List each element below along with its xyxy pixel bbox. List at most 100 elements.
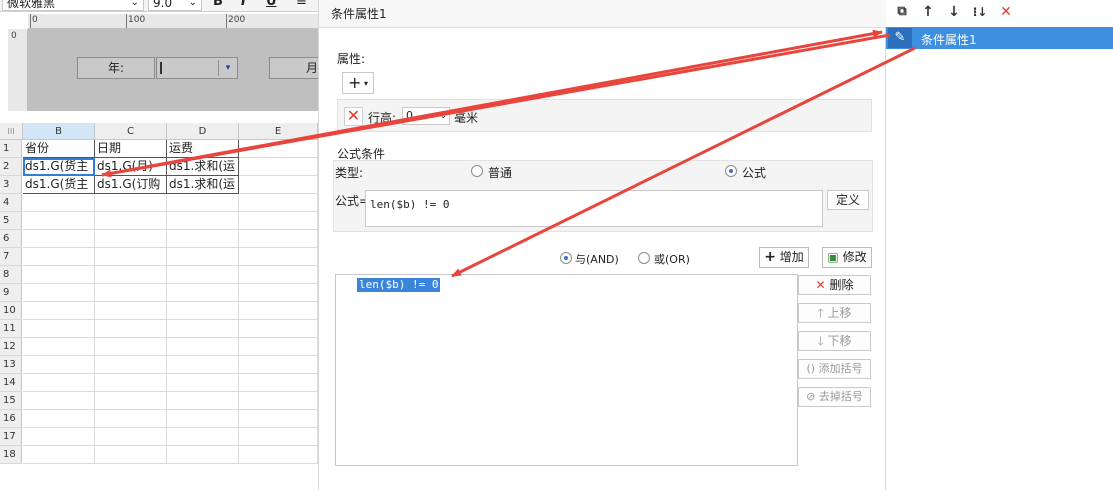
add-attribute-button[interactable]: + ▾ <box>342 72 374 94</box>
table-cell[interactable] <box>95 212 167 230</box>
table-cell[interactable] <box>167 374 239 392</box>
table-cell[interactable] <box>95 320 167 338</box>
align-left-icon[interactable]: ≡ <box>296 0 307 9</box>
table-cell[interactable] <box>95 356 167 374</box>
table-cell[interactable] <box>95 284 167 302</box>
year-combobox[interactable]: ▾ <box>156 57 238 79</box>
type-normal-radio[interactable] <box>471 165 483 177</box>
formula-input[interactable]: len($b) != 0 <box>365 190 823 227</box>
row-header[interactable]: 14 <box>0 374 22 392</box>
row-header[interactable]: 1 <box>0 140 22 158</box>
table-cell[interactable] <box>167 410 239 428</box>
table-cell[interactable] <box>95 428 167 446</box>
row-header[interactable]: 8 <box>0 266 22 284</box>
table-cell[interactable] <box>95 248 167 266</box>
column-header[interactable]: E <box>239 123 318 140</box>
table-cell[interactable] <box>95 392 167 410</box>
table-cell[interactable] <box>95 230 167 248</box>
delete-button[interactable]: ✕ 删除 <box>798 275 871 295</box>
modify-condition-button[interactable]: ▣ 修改 <box>822 247 872 268</box>
table-cell[interactable] <box>167 338 239 356</box>
table-cell[interactable] <box>239 230 318 248</box>
table-cell[interactable] <box>167 230 239 248</box>
row-header[interactable]: 9 <box>0 284 22 302</box>
table-cell[interactable] <box>95 302 167 320</box>
copy-icon[interactable]: ⧉ <box>894 4 910 20</box>
table-cell[interactable] <box>167 212 239 230</box>
underline-button[interactable]: U <box>266 0 277 9</box>
define-button[interactable]: 定义 <box>827 190 869 210</box>
table-cell[interactable] <box>239 140 318 158</box>
row-header[interactable]: 7 <box>0 248 22 266</box>
delete-icon[interactable]: ✕ <box>998 4 1014 20</box>
table-cell[interactable] <box>23 338 95 356</box>
table-cell[interactable] <box>167 194 239 212</box>
table-cell[interactable] <box>239 158 318 176</box>
table-cell[interactable]: 运费 <box>167 140 239 158</box>
italic-button[interactable]: I <box>241 0 246 9</box>
table-cell[interactable] <box>23 248 95 266</box>
remove-bracket-button[interactable]: ⊘ 去掉括号 <box>798 387 871 407</box>
table-cell[interactable] <box>95 410 167 428</box>
selected-cell[interactable]: ds1.G(货主 <box>23 158 95 176</box>
table-cell[interactable] <box>239 392 318 410</box>
table-cell[interactable] <box>167 284 239 302</box>
and-radio[interactable] <box>560 252 572 264</box>
condition-property-item[interactable]: ✎ 条件属性1 <box>886 27 1113 49</box>
table-cell[interactable] <box>23 230 95 248</box>
table-cell[interactable] <box>239 266 318 284</box>
column-header[interactable]: C <box>95 123 167 140</box>
table-cell[interactable]: ds1.G(货主 <box>23 176 95 194</box>
column-header[interactable]: B <box>23 123 95 140</box>
add-condition-button[interactable]: + 增加 <box>759 247 809 268</box>
table-cell[interactable]: ds1.G(订购 <box>95 176 167 194</box>
close-icon[interactable]: ✕ <box>344 107 363 126</box>
font-size-select[interactable]: 9.0 ⌄ <box>148 0 202 11</box>
table-cell[interactable] <box>167 446 239 464</box>
table-cell[interactable] <box>95 194 167 212</box>
table-cell[interactable] <box>95 446 167 464</box>
table-cell[interactable] <box>23 320 95 338</box>
table-cell[interactable] <box>239 338 318 356</box>
table-cell[interactable] <box>23 410 95 428</box>
table-cell[interactable] <box>23 392 95 410</box>
table-cell[interactable] <box>23 356 95 374</box>
table-cell[interactable] <box>95 338 167 356</box>
table-cell[interactable] <box>239 284 318 302</box>
move-down-button[interactable]: 🡓 下移 <box>798 331 871 351</box>
table-cell[interactable] <box>239 320 318 338</box>
row-header[interactable]: 11 <box>0 320 22 338</box>
row-header[interactable]: 18 <box>0 446 22 464</box>
row-header[interactable]: 2 <box>0 158 22 176</box>
table-cell[interactable] <box>167 320 239 338</box>
row-header[interactable]: 17 <box>0 428 22 446</box>
condition-list[interactable]: len($b) != 0 <box>335 274 798 466</box>
table-cell[interactable]: ds1.求和(运 <box>167 176 239 194</box>
calendar-icon[interactable]: ▾ <box>218 60 237 76</box>
arrow-up-icon[interactable]: ↑ <box>920 4 936 20</box>
table-cell[interactable] <box>239 212 318 230</box>
row-header[interactable]: 12 <box>0 338 22 356</box>
table-cell[interactable]: ds1.求和(运 <box>167 158 239 176</box>
table-cell[interactable]: ds1.G(月) <box>95 158 167 176</box>
table-cell[interactable] <box>239 248 318 266</box>
table-cell[interactable] <box>239 194 318 212</box>
row-header[interactable]: 4 <box>0 194 22 212</box>
arrow-down-icon[interactable]: ↓ <box>946 4 962 20</box>
table-cell[interactable] <box>95 266 167 284</box>
table-cell[interactable] <box>239 410 318 428</box>
table-cell[interactable] <box>167 392 239 410</box>
table-cell[interactable] <box>239 374 318 392</box>
table-cell[interactable] <box>23 302 95 320</box>
table-cell[interactable] <box>23 284 95 302</box>
table-cell[interactable] <box>23 194 95 212</box>
move-to-bottom-icon[interactable]: ⁝↓ <box>972 4 988 20</box>
table-cell[interactable] <box>167 302 239 320</box>
row-header[interactable]: 3 <box>0 176 22 194</box>
row-header[interactable]: 15 <box>0 392 22 410</box>
row-header[interactable]: 5 <box>0 212 22 230</box>
row-header[interactable]: 6 <box>0 230 22 248</box>
table-cell[interactable] <box>239 446 318 464</box>
type-formula-radio[interactable] <box>725 165 737 177</box>
table-cell[interactable] <box>23 212 95 230</box>
